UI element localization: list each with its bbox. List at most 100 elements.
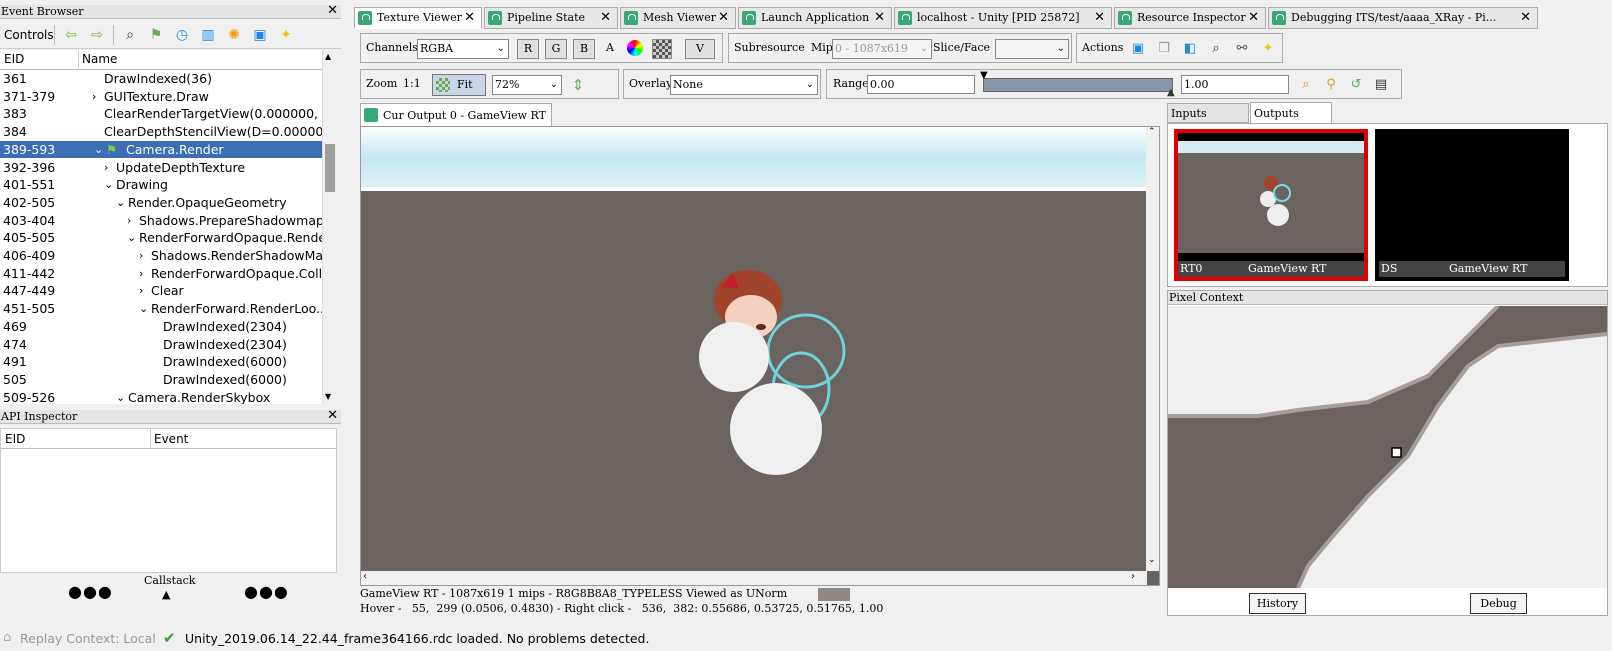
more-dots-left-icon[interactable]: ●●● bbox=[68, 582, 113, 601]
blue-channel-toggle[interactable]: B bbox=[573, 39, 595, 59]
collapse-chevron-icon[interactable]: ⌄ bbox=[116, 194, 125, 212]
event-row[interactable]: 392-396 › UpdateDepthTexture bbox=[0, 159, 322, 177]
slice-face-select[interactable]: ⌄ bbox=[995, 39, 1069, 59]
expand-chevron-icon[interactable]: › bbox=[127, 212, 131, 230]
close-tab-icon[interactable]: ✕ bbox=[718, 8, 729, 28]
ds-thumbnail[interactable]: DS GameView RT bbox=[1375, 129, 1569, 281]
event-row[interactable]: 505 DrawIndexed(6000) bbox=[0, 371, 322, 389]
event-row[interactable]: 474 DrawIndexed(2304) bbox=[0, 336, 322, 354]
histogram-icon[interactable]: ▤ bbox=[1372, 76, 1390, 94]
color-wheel-icon[interactable] bbox=[627, 40, 643, 56]
event-row[interactable]: 402-505 ⌄ Render.OpaqueGeometry bbox=[0, 194, 322, 212]
reset-range-icon[interactable]: ↺ bbox=[1347, 76, 1365, 94]
scrollbar-thumb[interactable] bbox=[325, 144, 335, 192]
close-tab-icon[interactable]: ✕ bbox=[464, 8, 475, 28]
forward-arrow-icon[interactable]: ⇨ bbox=[87, 25, 107, 45]
value-button[interactable]: V bbox=[685, 39, 715, 59]
document-tab[interactable]: Mesh Viewer ✕ bbox=[620, 7, 736, 29]
expand-up-icon[interactable]: ▲ bbox=[162, 588, 170, 601]
auto-fit-wand-icon[interactable]: ⚲ bbox=[1322, 76, 1340, 94]
alpha-channel-toggle[interactable]: A bbox=[606, 41, 614, 55]
rt0-thumbnail[interactable]: RT0 GameView RT bbox=[1174, 129, 1368, 281]
event-row[interactable]: 406-409 › Shadows.RenderShadowMap bbox=[0, 247, 322, 265]
expand-chevron-icon[interactable]: › bbox=[139, 282, 143, 300]
find-icon[interactable]: ⌕ bbox=[1207, 40, 1225, 58]
copy-icon[interactable]: ❐ bbox=[1155, 40, 1173, 58]
more-dots-right-icon[interactable]: ●●● bbox=[244, 582, 289, 601]
debug-button[interactable]: Debug bbox=[1470, 593, 1527, 614]
green-channel-toggle[interactable]: G bbox=[545, 39, 567, 59]
close-tab-icon[interactable]: ✕ bbox=[1094, 8, 1105, 28]
event-column-header[interactable]: Event bbox=[154, 432, 188, 446]
link-icon[interactable]: ⚯ bbox=[1233, 40, 1251, 58]
pixel-context-zoom[interactable] bbox=[1168, 306, 1607, 588]
bookmark-flag-icon[interactable]: ⚑ bbox=[146, 25, 166, 45]
range-max-input[interactable] bbox=[1181, 75, 1289, 94]
event-row[interactable]: 447-449 › Clear bbox=[0, 282, 322, 300]
replay-context-label[interactable]: Replay Context: Local bbox=[20, 631, 156, 646]
channels-select[interactable]: RGBA ⌄ bbox=[417, 39, 509, 59]
viewport-vscrollbar[interactable]: ⌃ ⌄ bbox=[1146, 127, 1159, 571]
eid-column-header[interactable]: EID bbox=[4, 52, 24, 66]
event-row[interactable]: 411-442 › RenderForwardOpaque.Coll... bbox=[0, 265, 322, 283]
settings-gear-icon[interactable]: ✺ bbox=[224, 25, 244, 45]
texture-viewport[interactable]: ⌃ ⌄ ‹ › bbox=[360, 126, 1160, 586]
eid-column-header[interactable]: EID bbox=[5, 432, 25, 446]
event-row[interactable]: 405-505 ⌄ RenderForwardOpaque.Render bbox=[0, 229, 322, 247]
document-tab[interactable]: Launch Application ✕ bbox=[738, 7, 892, 29]
collapse-chevron-icon[interactable]: ⌄ bbox=[127, 229, 136, 247]
mip-select[interactable]: 0 - 1087x619 ⌄ bbox=[832, 39, 932, 59]
flip-vertical-icon[interactable]: ⇕ bbox=[569, 76, 587, 94]
callstack-label[interactable]: Callstack bbox=[144, 574, 195, 587]
outputs-tab[interactable]: Outputs bbox=[1250, 102, 1332, 124]
zoom-one-to-one-button[interactable]: 1:1 bbox=[403, 77, 421, 91]
name-column-header[interactable]: Name bbox=[82, 52, 117, 66]
range-histogram[interactable]: ▼ ▲ bbox=[980, 70, 1175, 98]
document-tab[interactable]: Texture Viewer ✕ bbox=[354, 7, 482, 29]
document-tab[interactable]: Resource Inspector ✕ bbox=[1114, 7, 1266, 29]
collapse-chevron-icon[interactable]: ⌄ bbox=[116, 389, 125, 404]
event-row[interactable]: 509-526 ⌄ Camera.RenderSkybox bbox=[0, 389, 322, 404]
document-tab[interactable]: Debugging ITS/test/aaaa_XRay - Pi... ✕ bbox=[1268, 7, 1538, 29]
range-max-handle[interactable]: ▲ bbox=[1167, 87, 1175, 98]
document-tab[interactable]: localhost - Unity [PID 25872] ✕ bbox=[894, 7, 1112, 29]
event-row[interactable]: 403-404 › Shadows.PrepareShadowmap bbox=[0, 212, 322, 230]
columns-icon[interactable]: ▥ bbox=[198, 25, 218, 45]
save-texture-icon[interactable]: ▣ bbox=[1129, 40, 1147, 58]
expand-chevron-icon[interactable]: › bbox=[92, 88, 96, 106]
range-min-input[interactable] bbox=[867, 75, 975, 94]
red-channel-toggle[interactable]: R bbox=[517, 39, 539, 59]
expand-chevron-icon[interactable]: › bbox=[139, 265, 143, 283]
event-row[interactable]: 384 ClearDepthStencilView(D=0.000000, ... bbox=[0, 123, 322, 141]
expand-chevron-icon[interactable]: › bbox=[139, 247, 143, 265]
event-row[interactable]: 361 DrawIndexed(36) bbox=[0, 70, 322, 88]
find-icon[interactable]: ⌕ bbox=[120, 25, 140, 45]
time-durations-icon[interactable]: ◷ bbox=[172, 25, 192, 45]
event-row[interactable]: 401-551 ⌄ Drawing bbox=[0, 176, 322, 194]
range-min-handle[interactable]: ▼ bbox=[980, 70, 988, 81]
event-row[interactable]: 389-593 ⌄ ⚑ Camera.Render bbox=[0, 140, 322, 159]
close-tab-icon[interactable]: ✕ bbox=[1520, 8, 1531, 28]
event-row[interactable]: 383 ClearRenderTargetView(0.000000, 0.... bbox=[0, 105, 322, 123]
expand-chevron-icon[interactable]: › bbox=[104, 159, 108, 177]
back-arrow-icon[interactable]: ⇦ bbox=[61, 25, 81, 45]
save-icon[interactable]: ▣ bbox=[250, 25, 270, 45]
fit-button[interactable]: Fit bbox=[432, 74, 486, 96]
overlay-select[interactable]: None ⌄ bbox=[670, 75, 818, 95]
collapse-chevron-icon[interactable]: ⌄ bbox=[104, 176, 113, 194]
output-tab[interactable]: Cur Output 0 - GameView RT bbox=[360, 103, 552, 127]
checkerboard-icon[interactable] bbox=[652, 39, 672, 59]
viewport-hscrollbar[interactable]: ‹ › bbox=[361, 571, 1147, 585]
collapse-chevron-icon[interactable]: ⌄ bbox=[139, 300, 148, 318]
inputs-tab[interactable]: Inputs bbox=[1167, 103, 1249, 123]
close-tab-icon[interactable]: ✕ bbox=[874, 8, 885, 28]
history-button[interactable]: History bbox=[1249, 593, 1306, 614]
event-list-scrollbar[interactable]: ▲ ▼ bbox=[322, 50, 336, 404]
event-row[interactable]: 469 DrawIndexed(2304) bbox=[0, 318, 322, 336]
collapse-chevron-icon[interactable]: ⌄ bbox=[94, 141, 103, 159]
extensions-puzzle-icon[interactable]: ✦ bbox=[276, 25, 296, 45]
view-contents-icon[interactable]: ◧ bbox=[1181, 40, 1199, 58]
close-icon[interactable]: ✕ bbox=[327, 409, 338, 422]
zoom-select[interactable]: 72% ⌄ bbox=[492, 75, 562, 95]
document-tab[interactable]: Pipeline State ✕ bbox=[484, 7, 618, 29]
